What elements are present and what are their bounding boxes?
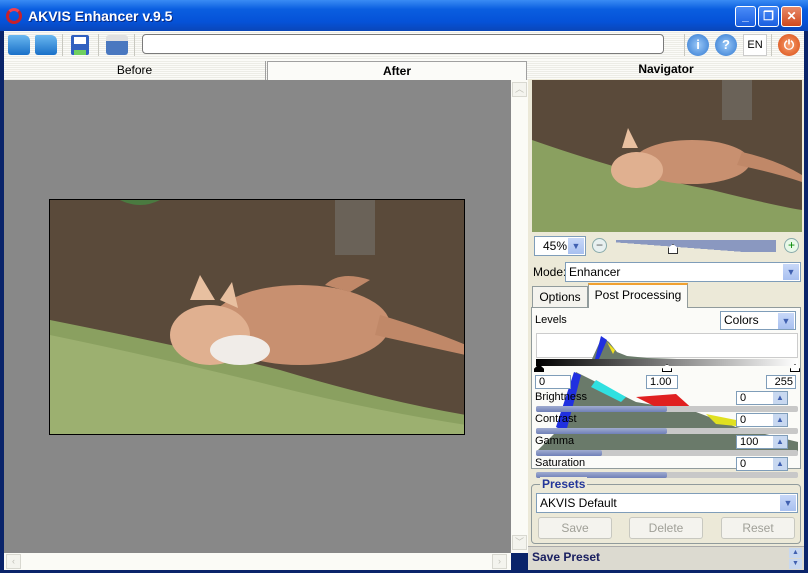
levels-white-input[interactable]: 255 — [766, 375, 796, 389]
param-value: 0 — [740, 392, 747, 404]
akvis-logo-icon — [6, 8, 22, 24]
open-batch-icon[interactable] — [35, 35, 57, 55]
power-icon[interactable]: ⏻ — [778, 34, 800, 56]
chevron-down-icon[interactable]: ▼ — [783, 264, 799, 280]
app-window: AKVIS Enhancer v.9.5 _ ❐ ✕ i ? EN ⏻ Befo… — [0, 0, 808, 573]
print-icon[interactable] — [106, 35, 128, 55]
restore-button[interactable]: ❐ — [758, 6, 779, 27]
levels-black-input[interactable]: 0 — [535, 375, 571, 389]
param-label: Contrast — [535, 413, 577, 425]
param-value: 100 — [740, 436, 759, 448]
info-icon[interactable]: i — [687, 34, 709, 56]
param-slider[interactable] — [536, 406, 798, 412]
right-panel: Navigator 45% ▼ − + Mode: Enhancer ▼ Optio… — [528, 60, 804, 570]
chevron-down-icon[interactable]: ▼ — [568, 238, 584, 254]
separator — [134, 34, 135, 56]
separator — [98, 34, 99, 56]
scroll-right-button[interactable]: › — [492, 554, 507, 569]
preset-select[interactable]: AKVIS Default ▼ — [536, 493, 798, 513]
reset-preset-button[interactable]: Reset — [721, 517, 795, 539]
tab-options[interactable]: Options — [532, 286, 588, 307]
view-tabs: Before After — [4, 60, 528, 80]
language-button[interactable]: EN — [743, 34, 767, 56]
preset-value: AKVIS Default — [540, 496, 617, 510]
window-title: AKVIS Enhancer v.9.5 — [28, 8, 173, 24]
scroll-left-button[interactable]: ‹ — [6, 554, 21, 569]
zoom-value: 45% — [543, 239, 568, 253]
vertical-scrollbar[interactable]: ︿ ﹀ — [511, 80, 528, 553]
after-image — [49, 199, 465, 435]
param-input[interactable]: 0 ▲ — [736, 413, 788, 427]
param-slider-fill — [536, 428, 667, 434]
navigator-preview[interactable] — [532, 80, 802, 232]
channel-select[interactable]: Colors ▼ — [720, 311, 796, 330]
chevron-down-icon[interactable]: ▼ — [778, 313, 794, 329]
mode-label: Mode: — [533, 265, 567, 279]
zoom-in-icon[interactable]: + — [784, 238, 799, 253]
param-label: Brightness — [535, 391, 587, 403]
separator — [62, 34, 63, 56]
open-icon[interactable] — [8, 35, 30, 55]
spin-up-icon[interactable]: ▲ — [773, 392, 787, 404]
spin-up-icon[interactable]: ▲ — [773, 436, 787, 448]
expand-up-icon[interactable]: ▲ — [789, 548, 802, 558]
delete-preset-button[interactable]: Delete — [629, 517, 703, 539]
separator — [771, 34, 772, 56]
post-processing-panel: Levels Colors ▼ 0 1.00 255 Brightness 0 … — [531, 307, 801, 478]
param-slider-fill — [536, 450, 602, 456]
mode-select[interactable]: Enhancer ▼ — [565, 262, 801, 282]
horizontal-scrollbar[interactable]: ‹ › — [4, 553, 511, 570]
levels-label: Levels — [535, 314, 567, 326]
expand-down-icon[interactable]: ▼ — [789, 559, 802, 569]
tab-post-processing[interactable]: Post Processing — [588, 283, 688, 308]
save-preset-label: Save Preset — [532, 550, 601, 564]
zoom-out-icon[interactable]: − — [592, 238, 607, 253]
scroll-up-button[interactable]: ︿ — [512, 82, 527, 97]
channel-value: Colors — [724, 313, 759, 327]
param-input[interactable]: 100 ▲ — [736, 435, 788, 449]
param-label: Gamma — [535, 435, 575, 447]
save-preset-button[interactable]: Save — [538, 517, 612, 539]
presets-group: Presets AKVIS Default ▼ Save Delete Reset — [531, 477, 801, 544]
help-icon[interactable]: ? — [715, 34, 737, 56]
navigator-title: Navigator — [528, 60, 804, 79]
levels-mid-input[interactable]: 1.00 — [646, 375, 678, 389]
mode-value: Enhancer — [569, 265, 621, 279]
scroll-down-button[interactable]: ﹀ — [512, 535, 527, 550]
spin-up-icon[interactable]: ▲ — [773, 414, 787, 426]
title-bar: AKVIS Enhancer v.9.5 _ ❐ ✕ — [0, 0, 808, 31]
zoom-select[interactable]: 45% ▼ — [534, 236, 586, 256]
close-button[interactable]: ✕ — [781, 6, 802, 27]
param-input[interactable]: 0 ▲ — [736, 457, 788, 471]
chevron-down-icon[interactable]: ▼ — [780, 495, 796, 511]
toolbar: i ? EN ⏻ — [4, 31, 804, 60]
separator — [684, 34, 685, 56]
param-label: Saturation — [535, 457, 586, 469]
param-value: 0 — [740, 458, 747, 470]
file-path-input[interactable] — [142, 34, 664, 54]
save-preset-panel: Save Preset ▲ ▼ — [528, 546, 804, 570]
minimize-button[interactable]: _ — [735, 6, 756, 27]
image-canvas[interactable] — [4, 80, 511, 553]
tab-before[interactable]: Before — [4, 61, 266, 80]
param-slider-fill — [536, 406, 667, 412]
histogram — [536, 333, 798, 359]
zoom-slider[interactable] — [616, 240, 776, 252]
param-input[interactable]: 0 ▲ — [736, 391, 788, 405]
param-slider[interactable] — [536, 450, 798, 456]
presets-title: Presets — [540, 477, 588, 491]
spin-up-icon[interactable]: ▲ — [773, 458, 787, 470]
param-value: 0 — [740, 414, 747, 426]
tab-after[interactable]: After — [267, 61, 527, 80]
param-slider[interactable] — [536, 428, 798, 434]
save-icon[interactable] — [71, 35, 89, 55]
